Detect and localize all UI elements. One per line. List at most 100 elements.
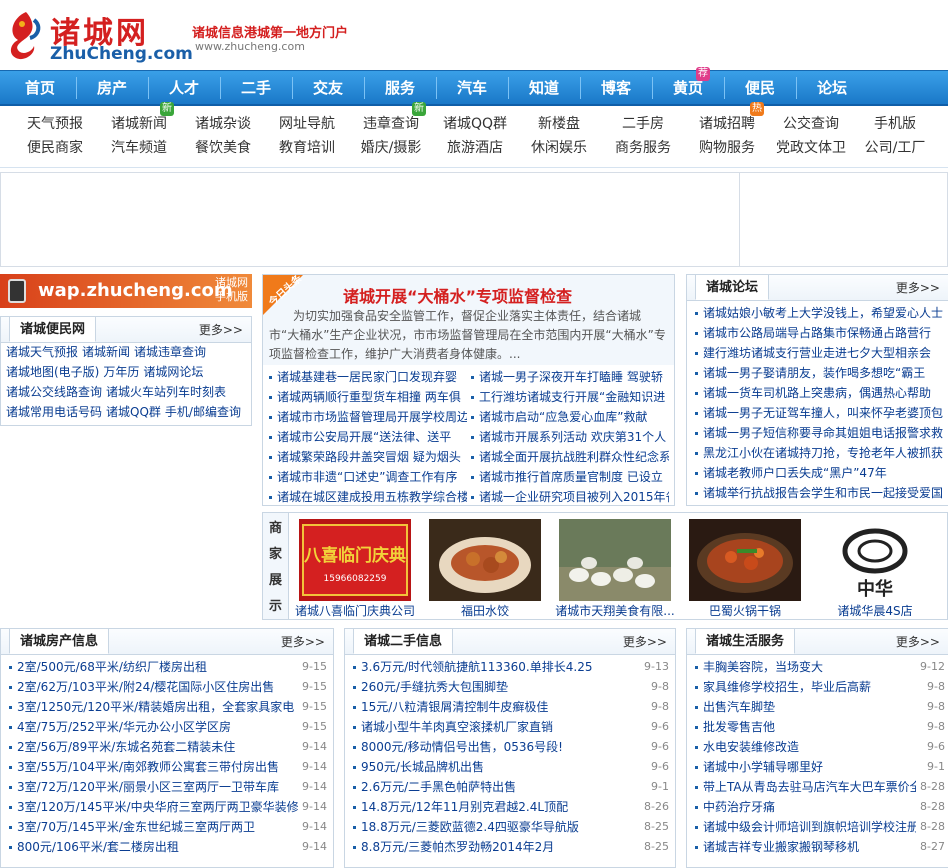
list-item[interactable]: 诸城一男子无证驾车撞人，叫来怀孕老婆顶包: [695, 403, 945, 423]
list-item[interactable]: 诸城两辆顺行重型货车相撞 两车俱: [269, 387, 467, 407]
news-link[interactable]: 工行潍坊诸城支行开展“金融知识进: [479, 390, 665, 404]
nav-convenience[interactable]: 便民: [724, 71, 796, 105]
list-item[interactable]: 诸城小型牛羊肉真空滚揉机厂家直销 9-6: [353, 717, 669, 737]
store-caption[interactable]: 诸城市天翔美食有限...: [545, 602, 685, 619]
convenience-link[interactable]: 诸城火车站列车时刻表: [106, 385, 226, 399]
list-item[interactable]: 诸城全面开展抗战胜利群众性纪念系: [471, 447, 669, 467]
house-link[interactable]: 4室/75万/252平米/华元办公小区学区房: [17, 720, 231, 734]
more-link[interactable]: 更多>>: [199, 321, 243, 338]
news-link[interactable]: 诸城一企业研究项目被列入2015年省: [479, 490, 669, 504]
forum-link[interactable]: 建行潍坊诸城支行营业走进七夕大型相亲会: [703, 346, 931, 360]
subnav-link[interactable]: 新楼盘: [516, 112, 602, 136]
list-item[interactable]: 3.6万元/时代领航捷航113360.单排长4.25 9-13: [353, 657, 669, 677]
list-item[interactable]: 带上TA从青岛去驻马店汽车大巴车票价全 8-28: [695, 777, 945, 797]
list-item[interactable]: 3室/72万/120平米/丽景小区三室两厅一卫带车库 9-14: [9, 777, 327, 797]
list-item[interactable]: 诸城一货车司机路上突患病，偶遇热心帮助: [695, 383, 945, 403]
list-item[interactable]: 水电安装维修改造 9-6: [695, 737, 945, 757]
store-thumbnail-celebration[interactable]: 八喜临门庆典 15966082259: [299, 519, 411, 601]
service-link[interactable]: 水电安装维修改造: [703, 740, 799, 754]
list-item[interactable]: 3室/120万/145平米/中央华府三室两厅两卫豪华装修 9-14: [9, 797, 327, 817]
list-item[interactable]: 诸城一企业研究项目被列入2015年省: [471, 487, 669, 507]
store-caption[interactable]: 诸城八喜临门庆典公司: [285, 602, 425, 619]
list-item[interactable]: 15元/八粒清银屑清控制牛皮癣极佳 9-8: [353, 697, 669, 717]
list-item[interactable]: 家具维修学校招生，毕业后高薪 9-8: [695, 677, 945, 697]
more-link[interactable]: 更多>>: [623, 633, 667, 650]
convenience-link[interactable]: 诸城违章查询: [134, 345, 206, 359]
list-item[interactable]: 诸城市开展系列活动 欢庆第31个人: [471, 427, 669, 447]
list-item[interactable]: 诸城中级会计师培训到旗帜培训学校注册 8-28: [695, 817, 945, 837]
subnav-link[interactable]: 网址导航: [264, 112, 350, 136]
more-link[interactable]: 更多>>: [896, 279, 940, 296]
list-item[interactable]: 建行潍坊诸城支行营业走进七夕大型相亲会: [695, 343, 945, 363]
nav-house[interactable]: 房产: [76, 71, 148, 105]
convenience-link[interactable]: 诸城新闻: [82, 345, 130, 359]
nav-auto[interactable]: 汽车: [436, 71, 508, 105]
news-link[interactable]: 诸城一男子深夜开车打瞌睡 驾驶轿: [479, 370, 663, 384]
list-item[interactable]: 批发零售吉他 9-8: [695, 717, 945, 737]
list-item[interactable]: 诸城姑娘小敏考上大学没钱上，希望爱心人士: [695, 303, 945, 323]
zhonghua-logo-icon[interactable]: 中华: [819, 519, 931, 601]
convenience-link[interactable]: 诸城QQ群: [106, 405, 161, 419]
service-link[interactable]: 诸城中级会计师培训到旗帜培训学校注册: [703, 820, 919, 834]
secondhand-link[interactable]: 8000元/移动情侣号出售，0536号段!: [361, 740, 563, 754]
news-link[interactable]: 诸城市市场监督管理局开展学校周边: [277, 410, 467, 424]
service-link[interactable]: 诸城吉祥专业搬家搬钢琴移机: [703, 840, 859, 854]
secondhand-link[interactable]: 8.8万元/三菱帕杰罗劲畅2014年2月: [361, 840, 554, 854]
subnav-link[interactable]: 手机版: [852, 112, 938, 136]
subnav-link[interactable]: 公交查询: [768, 112, 854, 136]
news-link[interactable]: 诸城两辆顺行重型货车相撞 两车俱: [277, 390, 461, 404]
list-item[interactable]: 2室/56万/89平米/东城名苑套二精装未住 9-14: [9, 737, 327, 757]
house-link[interactable]: 800元/106平米/套二楼房出租: [17, 840, 179, 854]
subnav-link[interactable]: 诸城杂谈: [180, 112, 266, 136]
nav-blog[interactable]: 博客: [580, 71, 652, 105]
secondhand-link[interactable]: 2.6万元/二手黑色帕萨特出售: [361, 780, 516, 794]
service-link[interactable]: 中药治疗牙痛: [703, 800, 775, 814]
list-item[interactable]: 工行潍坊诸城支行开展“金融知识进: [471, 387, 669, 407]
list-item[interactable]: 3室/55万/104平米/南郊教师公寓套三带付房出售 9-14: [9, 757, 327, 777]
list-item[interactable]: 丰胸美容院，当场变大 9-12: [695, 657, 945, 677]
store-thumbnail-hotpot[interactable]: [689, 519, 801, 601]
list-item[interactable]: 诸城老教师户口丢失成“黑户”47年: [695, 463, 945, 483]
secondhand-link[interactable]: 3.6万元/时代领航捷航113360.单排长4.25: [361, 660, 592, 674]
service-link[interactable]: 批发零售吉他: [703, 720, 775, 734]
subnav-link[interactable]: 诸城QQ群: [432, 112, 518, 136]
list-item[interactable]: 8.8万元/三菱帕杰罗劲畅2014年2月 8-25: [353, 837, 669, 857]
news-link[interactable]: 诸城市开展系列活动 欢庆第31个人: [479, 430, 666, 444]
list-item[interactable]: 诸城市启动“应急爱心血库”救献: [471, 407, 669, 427]
house-link[interactable]: 2室/62万/103平米/附24/樱花国际小区住房出售: [17, 680, 274, 694]
list-item[interactable]: 诸城中小学辅导哪里好 9-1: [695, 757, 945, 777]
news-link[interactable]: 诸城市非遗“口述史”调查工作有序: [277, 470, 457, 484]
forum-link[interactable]: 诸城一男子娶请朋友，装作喝多想吃“霸王: [703, 366, 925, 380]
list-item[interactable]: 诸城一男子深夜开车打瞌睡 驾驶轿: [471, 367, 669, 387]
forum-link[interactable]: 黑龙江小伙在诸城持刀抢，专抢老年人被抓获: [703, 446, 943, 460]
list-item[interactable]: 诸城市推行首席质量官制度 已设立: [471, 467, 669, 487]
service-link[interactable]: 丰胸美容院，当场变大: [703, 660, 823, 674]
store-thumbnail-food-company[interactable]: [559, 519, 671, 601]
convenience-link[interactable]: 手机/邮编查询: [165, 405, 241, 419]
site-logo[interactable]: 诸城网 ZhuCheng.com: [4, 6, 193, 64]
list-item[interactable]: 诸城举行抗战报告会学生和市民一起接受爱国: [695, 483, 945, 503]
secondhand-link[interactable]: 950元/长城品牌机出售: [361, 760, 484, 774]
news-link[interactable]: 诸城市公安局开展“送法律、送平: [277, 430, 451, 444]
house-link[interactable]: 3室/1250元/120平米/精装婚房出租，全套家具家电: [17, 700, 294, 714]
service-link[interactable]: 诸城中小学辅导哪里好: [703, 760, 823, 774]
list-item[interactable]: 诸城市非遗“口述史”调查工作有序: [269, 467, 467, 487]
list-item[interactable]: 诸城一男子短信称要寻命其姐姐电话报警求救: [695, 423, 945, 443]
forum-link[interactable]: 诸城市公路局端导占路集市保畅通占路营行: [703, 326, 931, 340]
subnav-link[interactable]: 餐饮美食: [180, 136, 266, 160]
nav-talent[interactable]: 人才: [148, 71, 220, 105]
list-item[interactable]: 2室/62万/103平米/附24/樱花国际小区住房出售 9-15: [9, 677, 327, 697]
secondhand-link[interactable]: 260元/手缝抗秀大包围脚垫: [361, 680, 508, 694]
news-link[interactable]: 诸城全面开展抗战胜利群众性纪念系: [479, 450, 669, 464]
subnav-link[interactable]: 党政文体卫: [768, 136, 854, 160]
nav-home[interactable]: 首页: [4, 71, 76, 105]
list-item[interactable]: 18.8万元/三菱欧蓝德2.4四驱豪华导航版 8-25: [353, 817, 669, 837]
list-item[interactable]: 出售汽车脚垫 9-8: [695, 697, 945, 717]
house-link[interactable]: 3室/55万/104平米/南郊教师公寓套三带付房出售: [17, 760, 279, 774]
subnav-link[interactable]: 天气预报: [12, 112, 98, 136]
house-link[interactable]: 3室/120万/145平米/中央华府三室两厅两卫豪华装修: [17, 800, 299, 814]
list-item[interactable]: 2.6万元/二手黑色帕萨特出售 9-1: [353, 777, 669, 797]
service-link[interactable]: 家具维修学校招生，毕业后高薪: [703, 680, 871, 694]
list-item[interactable]: 黑龙江小伙在诸城持刀抢，专抢老年人被抓获: [695, 443, 945, 463]
forum-link[interactable]: 诸城姑娘小敏考上大学没钱上，希望爱心人士: [703, 306, 943, 320]
